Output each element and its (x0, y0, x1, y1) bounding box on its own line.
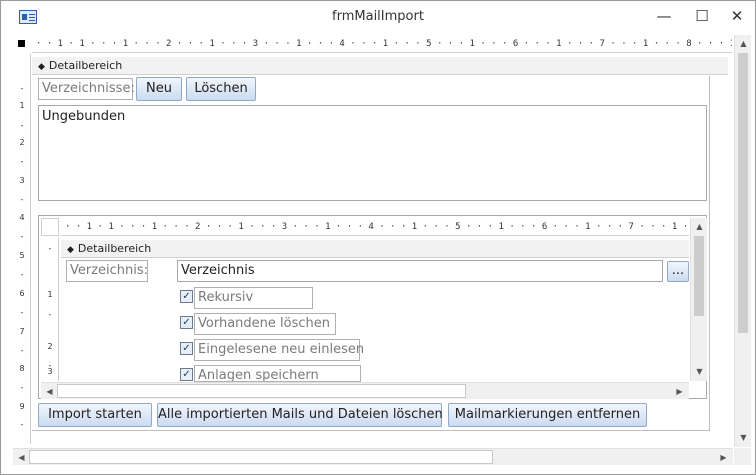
rekursiv-label: Rekursiv (194, 287, 313, 309)
listbox-value: Ungebunden (42, 109, 126, 124)
verzeichnis-label: Verzeichnis: (66, 260, 148, 282)
minimize-button[interactable]: — (646, 1, 682, 31)
maximize-button[interactable]: ☐ (684, 1, 720, 31)
ruler-mark: 8 (19, 364, 25, 373)
anlagen-speichern-checkbox[interactable]: ✓ (180, 368, 193, 381)
subform-horizontal-ruler: · · 1 · 1 · · · 1 · · · 2 · · · 1 · · · … (61, 218, 689, 236)
verzeichnisse-listbox[interactable]: Ungebunden (38, 105, 707, 201)
ruler-mark: 2 (47, 342, 53, 351)
browse-button[interactable]: ... (667, 261, 689, 282)
scroll-right-icon[interactable]: ▶ (716, 450, 731, 465)
ruler-mark: 3 (47, 367, 53, 376)
scroll-down-icon[interactable]: ▼ (692, 364, 707, 379)
neu-button[interactable]: Neu (136, 77, 182, 101)
verzeichnisse-label: Verzeichnisse: (38, 78, 135, 100)
ruler-mark: - (20, 383, 24, 392)
anlagen-speichern-label: Anlagen speichern (194, 365, 361, 382)
ruler-mark: - (20, 308, 24, 317)
scroll-left-icon[interactable]: ◀ (42, 384, 57, 399)
ruler-mark: 4 (19, 213, 25, 222)
ruler-mark: 7 (19, 327, 25, 336)
subform-horizontal-scrollbar[interactable]: ◀ ▶ (41, 382, 689, 399)
section-label: Detailbereich (48, 59, 123, 72)
form-vertical-scrollbar[interactable]: ▲ ▼ (734, 35, 751, 447)
scroll-thumb[interactable] (694, 236, 704, 316)
ruler-mark: - (20, 121, 24, 130)
ruler-mark: - (20, 84, 24, 93)
scroll-up-icon[interactable]: ▲ (692, 219, 707, 234)
ruler-mark: - (20, 157, 24, 166)
vertical-ruler: - 1 - 2 - 3 - 4 - 5 - 6 - 7 - 8 - 9 - (13, 54, 31, 444)
alle-loeschen-button[interactable]: Alle importierten Mails und Dateien lösc… (157, 403, 443, 427)
ruler-mark: 5 (19, 251, 25, 260)
ruler-mark: 2 (19, 138, 25, 147)
verzeichnis-textbox[interactable]: Verzeichnis (177, 260, 663, 282)
form-selector-icon (18, 40, 25, 47)
scroll-up-icon[interactable]: ▲ (736, 36, 751, 51)
eingelesene-neu-einlesen-checkbox[interactable]: ✓ (180, 342, 193, 355)
ruler-mark: 3 (19, 176, 25, 185)
subform-vertical-ruler: - 1 - 2 - 3 (41, 238, 59, 381)
title-bar: frmMailImport — ☐ ✕ (1, 1, 755, 33)
subform-select-corner[interactable] (41, 218, 59, 236)
section-arrow-icon: ◆ (67, 245, 74, 255)
rekursiv-checkbox[interactable]: ✓ (180, 290, 193, 303)
scroll-down-icon[interactable]: ▼ (736, 430, 751, 445)
section-label: Detailbereich (77, 242, 152, 255)
form-horizontal-scrollbar[interactable]: ◀ ▶ (13, 448, 733, 465)
mailmarkierungen-entfernen-button[interactable]: Mailmarkierungen entfernen (448, 403, 647, 427)
scroll-thumb[interactable] (738, 53, 748, 333)
detail-section-header[interactable]: ◆ Detailbereich (32, 57, 728, 75)
ruler-mark: 9 (19, 402, 25, 411)
ruler-mark: 1 (47, 290, 53, 299)
ruler-mark: - (20, 420, 24, 429)
section-arrow-icon: ◆ (38, 62, 45, 72)
ruler-mark: 1 (19, 101, 25, 110)
ruler-mark: - (20, 232, 24, 241)
ruler-mark: - (20, 346, 24, 355)
vorhandene-loeschen-label: Vorhandene löschen (194, 313, 336, 335)
form-window: frmMailImport — ☐ ✕ · · 1 · 1 · · · 1 · … (0, 0, 756, 475)
subform-vertical-scrollbar[interactable]: ▲ ▼ (690, 218, 707, 381)
scroll-right-icon[interactable]: ▶ (672, 384, 687, 399)
window-title: frmMailImport (332, 9, 424, 24)
ruler-mark: - (20, 195, 24, 204)
ruler-mark: 6 (19, 289, 25, 298)
horizontal-ruler: · · 1 · 1 · · · 1 · · · 2 · · · 1 · · · … (32, 35, 732, 53)
subform-detail-section-header[interactable]: ◆ Detailbereich (61, 240, 689, 258)
close-button[interactable]: ✕ (719, 1, 755, 31)
scroll-left-icon[interactable]: ◀ (14, 450, 29, 465)
ruler-mark: - (48, 310, 52, 319)
import-starten-button[interactable]: Import starten (38, 403, 152, 427)
ruler-mark: - (48, 244, 52, 253)
eingelesene-neu-einlesen-label: Eingelesene neu einlesen (194, 339, 364, 361)
loeschen-button[interactable]: Löschen (186, 77, 256, 101)
scroll-thumb[interactable] (57, 384, 466, 398)
ruler-mark: - (20, 270, 24, 279)
select-form-corner[interactable] (13, 35, 31, 53)
vorhandene-loeschen-checkbox[interactable]: ✓ (180, 316, 193, 329)
scrollbar-corner (734, 448, 751, 465)
scroll-thumb[interactable] (29, 450, 493, 464)
